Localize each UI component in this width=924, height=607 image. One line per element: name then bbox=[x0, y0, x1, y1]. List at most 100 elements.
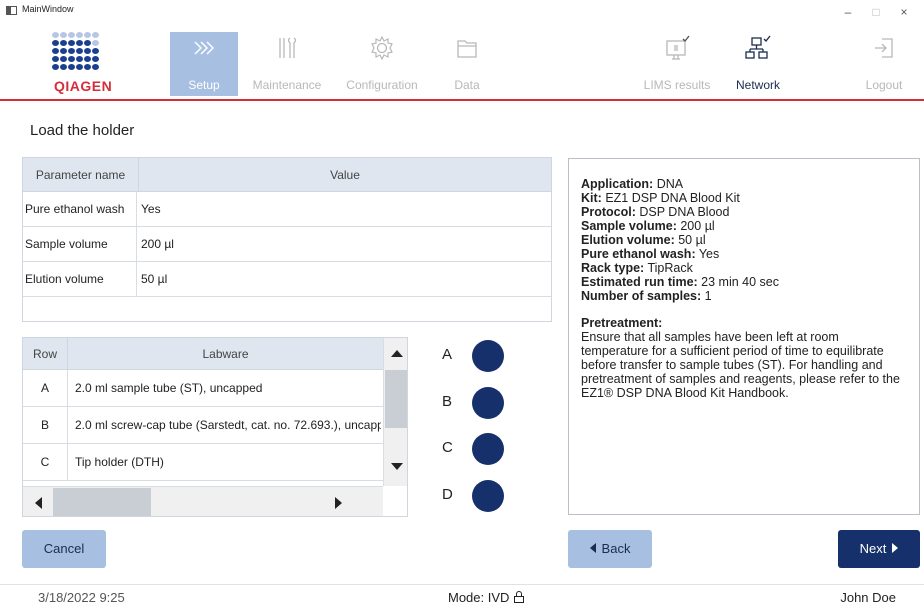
cancel-button-label: Cancel bbox=[43, 541, 85, 556]
table-row[interactable]: A 2.0 ml sample tube (ST), uncapped bbox=[23, 370, 383, 407]
summary-application: Application: DNA bbox=[581, 177, 684, 191]
summary-rack-type: Rack type: TipRack bbox=[581, 261, 693, 275]
labware-row-cell: C bbox=[23, 444, 68, 480]
pretreatment-text: Ensure that all samples have been left a… bbox=[581, 330, 900, 400]
position-indicator-icon bbox=[472, 433, 504, 465]
holder-position-c: C bbox=[440, 431, 510, 467]
title-bar: MainWindow – □ × bbox=[0, 0, 924, 24]
lock-icon bbox=[514, 591, 525, 603]
summary-kit: Kit: EZ1 DSP DNA Blood Kit bbox=[581, 191, 740, 205]
next-button[interactable]: Next bbox=[838, 530, 920, 568]
parameter-value-cell: 200 µl bbox=[141, 237, 174, 251]
column-header-labware: Labware bbox=[202, 347, 249, 361]
network-icon bbox=[745, 35, 771, 59]
parameter-value-cell: 50 µl bbox=[141, 272, 168, 286]
brand-wordmark: QIAGEN bbox=[54, 78, 113, 94]
nav-logout[interactable]: Logout bbox=[852, 32, 916, 96]
back-button[interactable]: Back bbox=[568, 530, 652, 568]
close-button[interactable]: × bbox=[890, 2, 918, 22]
parameter-table: Parameter name Value Pure ethanol wash Y… bbox=[22, 157, 552, 322]
logo-dots bbox=[52, 32, 99, 70]
scroll-left-arrow-icon[interactable] bbox=[35, 497, 42, 509]
nav-configuration-label: Configuration bbox=[346, 78, 418, 92]
window-title: MainWindow bbox=[22, 4, 74, 14]
cancel-button[interactable]: Cancel bbox=[22, 530, 106, 568]
main-window: MainWindow – □ × QIAGEN Setup Maintenanc… bbox=[0, 0, 924, 607]
nav-setup-label: Setup bbox=[188, 78, 220, 92]
table-row[interactable]: Sample volume 200 µl bbox=[23, 227, 551, 262]
table-row[interactable]: C Tip holder (DTH) bbox=[23, 444, 383, 481]
summary-ethanol-wash: Pure ethanol wash: Yes bbox=[581, 247, 720, 261]
status-bar: 3/18/2022 9:25 Mode: IVD John Doe bbox=[0, 584, 924, 607]
maximize-button[interactable]: □ bbox=[862, 2, 890, 22]
holder-position-a: A bbox=[440, 338, 510, 374]
parameter-name-cell: Elution volume bbox=[25, 262, 137, 297]
labware-name-cell: 2.0 ml sample tube (ST), uncapped bbox=[75, 381, 263, 395]
summary-num-samples: Number of samples: 1 bbox=[581, 289, 712, 303]
nav-data-label: Data bbox=[454, 78, 480, 92]
scroll-down-arrow-icon[interactable] bbox=[391, 463, 403, 470]
labware-table: Row Labware A 2.0 ml sample tube (ST), u… bbox=[22, 337, 408, 517]
parameter-name-cell: Sample volume bbox=[25, 227, 137, 262]
folder-icon bbox=[457, 40, 477, 58]
parameter-value-cell: Yes bbox=[141, 202, 161, 216]
parameter-table-header: Parameter name Value bbox=[23, 158, 551, 192]
horizontal-scroll-thumb[interactable] bbox=[53, 488, 151, 516]
summary-protocol: Protocol: DSP DNA Blood bbox=[581, 205, 730, 219]
summary-run-time: Estimated run time: 23 min 40 sec bbox=[581, 275, 779, 289]
app-window-icon bbox=[6, 6, 17, 15]
holder-position-d: D bbox=[440, 478, 510, 514]
position-label: D bbox=[442, 486, 453, 503]
status-user: John Doe bbox=[840, 590, 896, 605]
nav-lims-label: LIMS results bbox=[643, 78, 711, 92]
next-button-label: Next bbox=[859, 541, 887, 556]
column-header-row: Row bbox=[23, 338, 68, 370]
horizontal-scrollbar[interactable] bbox=[23, 486, 383, 516]
labware-table-header: Row Labware bbox=[23, 338, 383, 370]
lims-monitor-icon bbox=[666, 35, 690, 60]
run-summary-panel: Application: DNA Kit: EZ1 DSP DNA Blood … bbox=[568, 158, 920, 515]
position-label: C bbox=[442, 439, 453, 456]
summary-sample-volume: Sample volume: 200 µl bbox=[581, 219, 715, 233]
page-title: Load the holder bbox=[30, 122, 135, 139]
labware-name-cell: 2.0 ml screw-cap tube (Sarstedt, cat. no… bbox=[75, 418, 381, 432]
nav-lims-results[interactable]: LIMS results bbox=[636, 32, 718, 96]
position-label: A bbox=[442, 346, 453, 363]
labware-name-cell: Tip holder (DTH) bbox=[75, 455, 164, 469]
labware-row-cell: B bbox=[23, 407, 68, 443]
nav-configuration[interactable]: Configuration bbox=[340, 32, 424, 96]
nav-setup[interactable]: Setup bbox=[170, 32, 238, 96]
status-mode: Mode: IVD bbox=[448, 590, 525, 605]
scroll-up-arrow-icon[interactable] bbox=[391, 350, 403, 357]
table-row[interactable]: Pure ethanol wash Yes bbox=[23, 192, 551, 227]
brand-divider bbox=[0, 99, 924, 101]
status-datetime: 3/18/2022 9:25 bbox=[38, 590, 125, 605]
column-header-parameter-name: Parameter name bbox=[23, 158, 139, 192]
pretreatment-heading: Pretreatment: bbox=[581, 316, 663, 330]
scroll-right-arrow-icon[interactable] bbox=[335, 497, 342, 509]
gear-icon bbox=[371, 35, 393, 61]
nav-network-label: Network bbox=[735, 78, 780, 92]
vertical-scrollbar[interactable] bbox=[383, 338, 407, 486]
nav-maintenance[interactable]: Maintenance bbox=[244, 32, 330, 96]
position-indicator-icon bbox=[472, 387, 504, 419]
nav-maintenance-label: Maintenance bbox=[252, 78, 322, 92]
table-row[interactable]: Elution volume 50 µl bbox=[23, 262, 551, 297]
position-indicator-icon bbox=[472, 480, 504, 512]
nav-data[interactable]: Data bbox=[440, 32, 494, 96]
back-arrow-icon bbox=[589, 543, 596, 553]
mode-text: Mode: IVD bbox=[448, 590, 510, 605]
minimize-button[interactable]: – bbox=[834, 2, 862, 22]
summary-elution-volume: Elution volume: 50 µl bbox=[581, 233, 706, 247]
wrench-icon bbox=[279, 37, 297, 58]
column-header-value: Value bbox=[330, 168, 360, 182]
vertical-scroll-thumb[interactable] bbox=[385, 370, 407, 428]
parameter-name-cell: Pure ethanol wash bbox=[25, 192, 137, 227]
back-button-label: Back bbox=[601, 541, 631, 556]
nav-network[interactable]: Network bbox=[724, 32, 792, 96]
table-row[interactable]: B 2.0 ml screw-cap tube (Sarstedt, cat. … bbox=[23, 407, 383, 444]
position-label: B bbox=[442, 393, 453, 410]
qiagen-logo: QIAGEN bbox=[36, 30, 124, 96]
setup-chevrons-icon bbox=[194, 41, 215, 55]
labware-row-cell: A bbox=[23, 370, 68, 406]
